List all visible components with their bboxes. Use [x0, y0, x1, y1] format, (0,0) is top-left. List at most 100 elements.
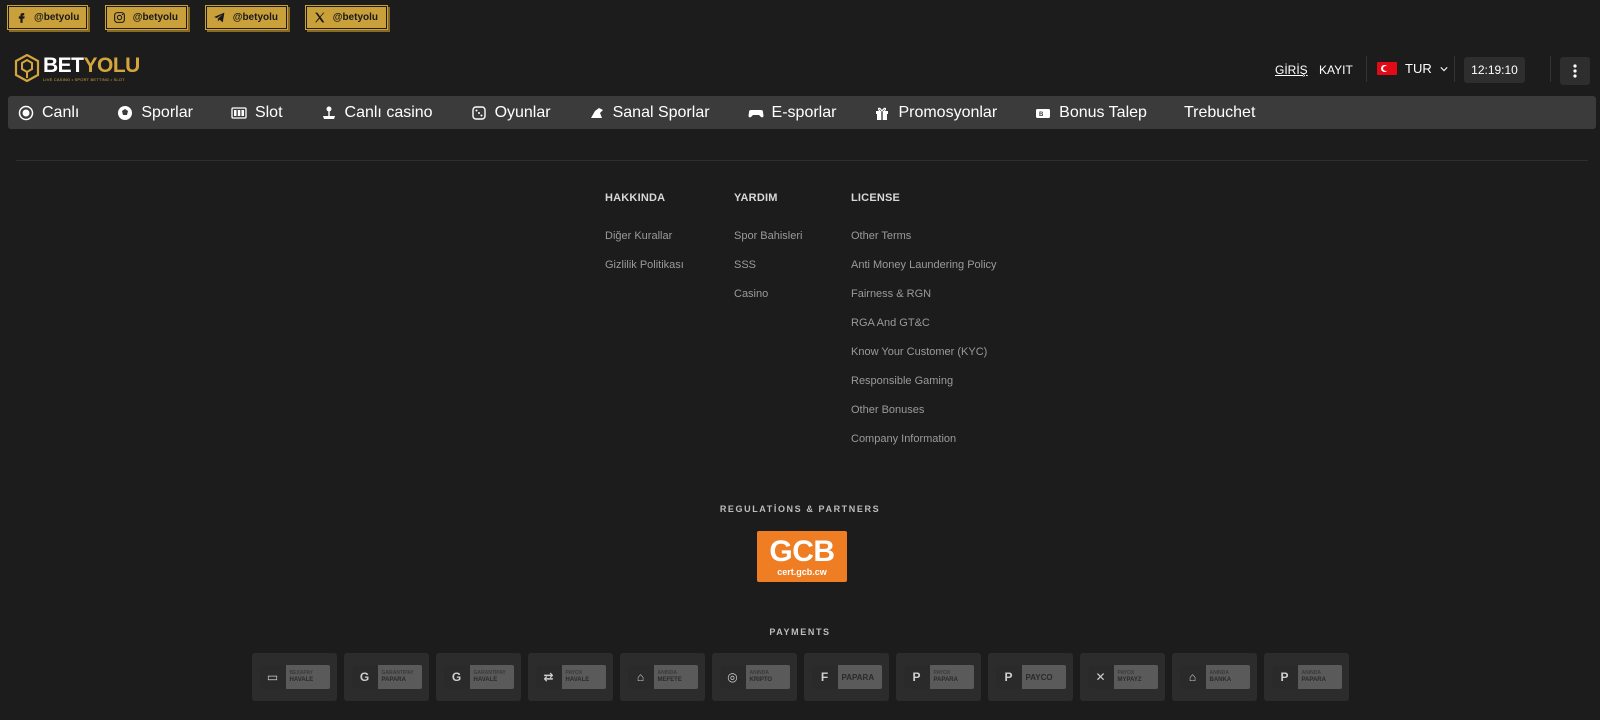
payment-method: MEFETE — [657, 677, 682, 683]
nav-label: Oyunlar — [494, 103, 551, 121]
nav-label: Bonus Talep — [1059, 103, 1147, 121]
footer-link[interactable]: Other Terms — [851, 222, 997, 251]
payment-method: PAPARA — [933, 677, 958, 683]
svg-text:B: B — [1039, 112, 1044, 118]
payment-icon: P — [1271, 665, 1298, 689]
payment-icon: ▭ — [259, 665, 286, 689]
social-bar: @betyolu @betyolu @betyolu @betyolu — [8, 6, 387, 29]
payment-logo: G GARANTIPAY PAPARA — [351, 665, 422, 689]
gift-icon — [876, 107, 889, 120]
footer-link[interactable]: Other Bonuses — [851, 396, 997, 425]
payment-method-card: ▭ BEXAPAY HAVALE — [252, 653, 337, 701]
logo[interactable]: BETYOLU LIVE CASINO • SPORT BETTING • SL… — [14, 54, 140, 82]
telegram-link[interactable]: @betyolu — [206, 6, 287, 29]
language-selector[interactable]: TUR — [1377, 61, 1448, 76]
nav-item-bonus-talep[interactable]: B Bonus Talep — [1035, 104, 1147, 122]
footer-link[interactable]: SSS — [734, 251, 802, 280]
column-title: HAKKINDA — [605, 192, 666, 204]
more-menu-button[interactable] — [1560, 57, 1590, 85]
nav-label: Canlı casino — [344, 103, 433, 121]
column-title: YARDIM — [734, 192, 778, 204]
brand-name-1: BET — [43, 53, 84, 77]
facebook-icon — [15, 11, 28, 25]
logo-mark-icon — [14, 54, 40, 82]
footer-link[interactable]: Casino — [734, 280, 802, 309]
header: BETYOLU LIVE CASINO • SPORT BETTING • SL… — [0, 52, 1600, 92]
social-handle: @betyolu — [34, 12, 80, 23]
nav-item-e-sporlar[interactable]: E-sporlar — [748, 104, 836, 122]
payment-method-card: F PAPARA — [804, 653, 889, 701]
payment-logo: ⌂ ANINDA BANKA — [1179, 665, 1250, 689]
payment-logo: P ANINDA PAPARA — [1271, 665, 1342, 689]
payment-provider: ANINDA — [749, 670, 769, 676]
payment-icon: F — [811, 665, 838, 689]
payment-method: HAVALE — [289, 677, 314, 683]
payment-method-card: ⌂ ANINDA MEFETE — [620, 653, 705, 701]
live-icon — [18, 105, 34, 120]
telegram-icon — [213, 11, 227, 25]
footer-link[interactable]: Gizlilik Politikası — [605, 251, 684, 280]
nav-item-oyunlar[interactable]: Oyunlar — [471, 104, 551, 122]
nav-item-slot[interactable]: Slot — [231, 104, 283, 122]
payment-provider: GARANTIPAY — [381, 670, 414, 676]
x-icon — [313, 11, 327, 25]
nav-label: Sanal Sporlar — [612, 103, 710, 121]
nav-item-promosyonlar[interactable]: Promosyonlar — [874, 104, 997, 122]
footer-link[interactable]: Responsible Gaming — [851, 367, 997, 396]
footer-link[interactable]: Spor Bahisleri — [734, 222, 802, 251]
payment-icon: ⌂ — [1179, 665, 1206, 689]
payment-method: HAVALE — [473, 677, 498, 683]
footer-link[interactable]: Company Information — [851, 425, 997, 454]
instagram-link[interactable]: @betyolu — [106, 6, 187, 29]
payment-method-card: G GARANTIPAY HAVALE — [436, 653, 521, 701]
nav-item-canli-casino[interactable]: Canlı casino — [321, 104, 433, 122]
brand-tagline: LIVE CASINO • SPORT BETTING • SLOT — [43, 76, 125, 82]
nav-item-trebuchet[interactable]: Trebuchet — [1184, 104, 1255, 122]
nav-item-sporlar[interactable]: Sporlar — [117, 104, 193, 122]
payment-method-card: P ANINDA PAPARA — [1264, 653, 1349, 701]
footer-link[interactable]: RGA And GT&C — [851, 309, 997, 338]
footer-link[interactable]: Diğer Kurallar — [605, 222, 684, 251]
soccer-ball-icon — [118, 105, 133, 120]
slot-machine-icon — [231, 106, 247, 119]
nav-label: Promosyonlar — [898, 103, 998, 121]
payment-logo: ◎ ANINDA KRIPTO — [719, 665, 790, 689]
gcb-license-badge[interactable]: GCB cert.gcb.cw — [757, 531, 847, 582]
nav-label: Sporlar — [141, 103, 193, 121]
payment-logo: P PAYCO — [995, 665, 1066, 689]
payment-provider: PAYOX — [1117, 670, 1135, 676]
payment-logo: ⌂ ANINDA MEFETE — [627, 665, 698, 689]
footer-link[interactable]: Anti Money Laundering Policy — [851, 251, 997, 280]
payment-logo: ▭ BEXAPAY HAVALE — [259, 665, 330, 689]
payment-method: PAPARA — [841, 672, 875, 682]
payment-method-card: G GARANTIPAY PAPARA — [344, 653, 429, 701]
nav-item-sanal-sporlar[interactable]: Sanal Sporlar — [589, 104, 710, 122]
divider — [1366, 56, 1367, 82]
nav-item-canli[interactable]: Canlı — [18, 104, 79, 122]
payment-logo: ✕ PAYOX MYPAYZ — [1087, 665, 1158, 689]
payment-icon: P — [995, 665, 1022, 689]
x-link[interactable]: @betyolu — [306, 6, 387, 29]
footer-link[interactable]: Know Your Customer (KYC) — [851, 338, 997, 367]
gcb-url: cert.gcb.cw — [777, 566, 827, 577]
facebook-link[interactable]: @betyolu — [8, 6, 87, 29]
payment-method: KRIPTO — [749, 677, 773, 683]
payment-provider: BEXAPAY — [289, 670, 313, 676]
social-handle: @betyolu — [132, 12, 178, 23]
footer-link[interactable]: Fairness & RGN — [851, 280, 997, 309]
payment-icon: ⇄ — [535, 665, 562, 689]
payments-title: PAYMENTS — [769, 627, 831, 637]
register-link[interactable]: KAYIT — [1319, 63, 1353, 77]
regulations-title: REGULATİONS & PARTNERS — [719, 504, 881, 514]
dice-icon — [471, 105, 486, 120]
nav-label: Canlı — [42, 103, 80, 121]
payment-method: PAYCO — [1025, 672, 1053, 682]
payment-icon: ✕ — [1087, 665, 1114, 689]
divider — [1550, 56, 1551, 82]
footer-col-license: LICENSE Other Terms Anti Money Launderin… — [851, 192, 997, 454]
payment-method: PAPARA — [381, 677, 406, 683]
payment-method-card: ◎ ANINDA KRIPTO — [712, 653, 797, 701]
chevron-down-icon — [1440, 66, 1448, 71]
turkey-flag-icon — [1377, 62, 1397, 75]
login-link[interactable]: GİRİŞ — [1275, 63, 1308, 77]
